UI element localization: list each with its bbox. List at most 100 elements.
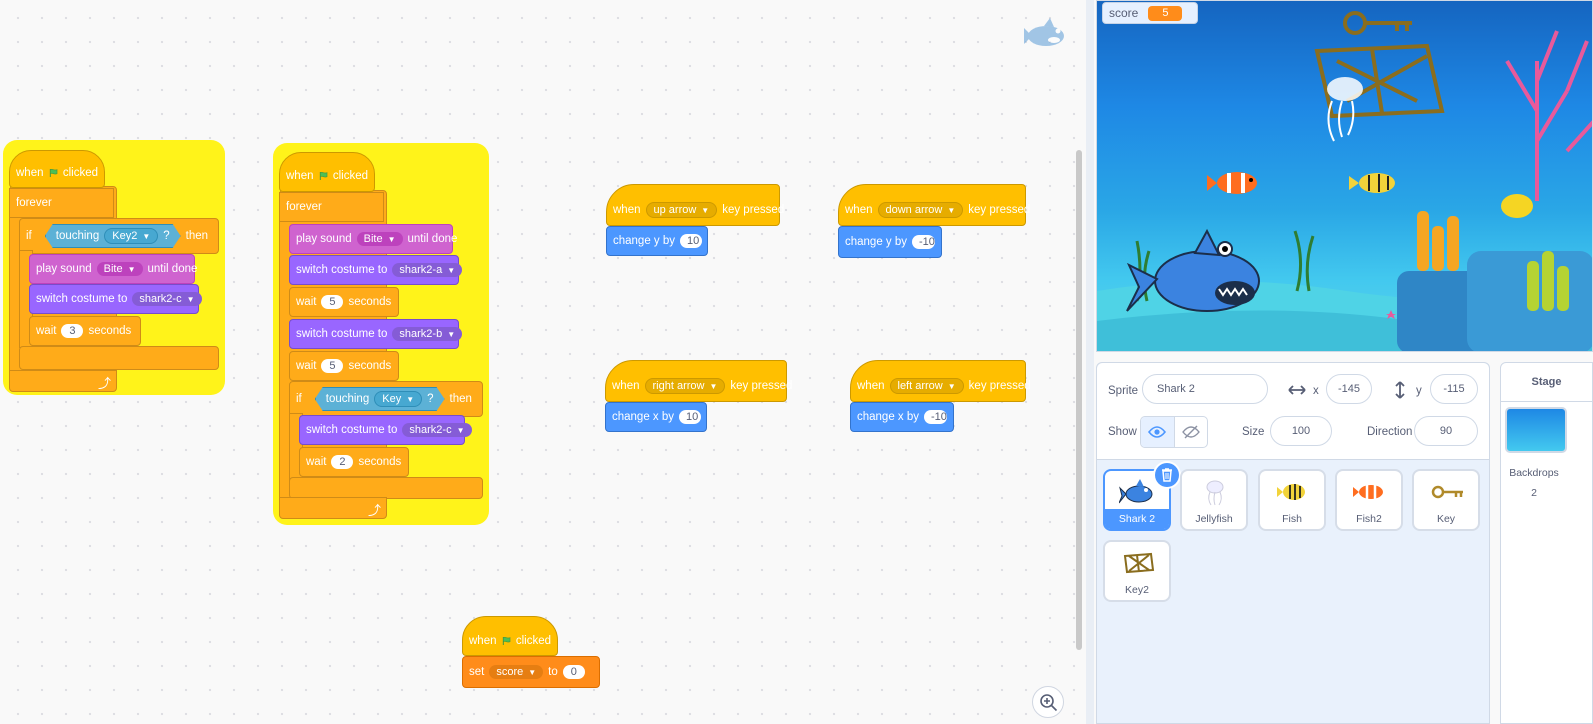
direction-input[interactable]: 90 bbox=[1414, 416, 1478, 446]
if-end bbox=[289, 477, 483, 499]
change-value-input[interactable]: 10 bbox=[680, 234, 703, 248]
when-flag-clicked-hat[interactable]: when clicked bbox=[462, 616, 558, 656]
stage-selector-panel[interactable]: Stage Backdrops 2 bbox=[1500, 362, 1593, 724]
wait-block[interactable]: wait 2 seconds bbox=[299, 447, 409, 477]
wait-block[interactable]: wait 3 seconds bbox=[29, 316, 141, 346]
sprite-tile-key2[interactable]: Key2 bbox=[1103, 540, 1171, 602]
sprite-tile-label: Jellyfish bbox=[1195, 513, 1233, 525]
sprite-tile-label: Key2 bbox=[1125, 584, 1149, 596]
key-thumbnail-icon bbox=[1431, 485, 1463, 499]
costume-dropdown[interactable]: shark2-a ▼ bbox=[392, 263, 463, 277]
sound-dropdown[interactable]: Bite ▼ bbox=[356, 232, 403, 246]
x-position-input[interactable]: -145 bbox=[1326, 374, 1372, 404]
if-block[interactable]: if touching Key ▼? then bbox=[289, 381, 483, 417]
if-block[interactable]: if touching Key2 ▼? then bbox=[19, 218, 219, 254]
touching-label: touching bbox=[325, 393, 370, 405]
show-hidden-button[interactable] bbox=[1175, 417, 1208, 447]
when-key-pressed-hat[interactable]: when right arrow ▼ key pressed bbox=[605, 360, 792, 402]
switch-costume-label: switch costume to bbox=[306, 424, 398, 436]
wait-input[interactable]: 5 bbox=[321, 295, 344, 309]
code-workspace[interactable]: forever if touching Key2 ▼? then play soun… bbox=[0, 0, 1086, 724]
backdrop-thumbnail[interactable] bbox=[1505, 407, 1567, 453]
sprite-name-input[interactable]: Shark 2 bbox=[1142, 374, 1268, 404]
workspace-scrollbar[interactable] bbox=[1076, 150, 1082, 650]
switch-costume-block[interactable]: switch costume to shark2-c ▼ bbox=[29, 284, 202, 314]
show-visible-button[interactable] bbox=[1141, 417, 1175, 447]
play-sound-block[interactable]: play sound Bite ▼ until done bbox=[289, 224, 457, 254]
y-position-input[interactable]: -115 bbox=[1430, 374, 1478, 404]
when-label: when bbox=[16, 167, 44, 179]
zoom-in-button[interactable] bbox=[1032, 686, 1064, 718]
touching-condition[interactable]: touching Key ▼? bbox=[315, 387, 445, 411]
eye-slash-icon bbox=[1181, 425, 1200, 439]
costume-dropdown[interactable]: shark2-b ▼ bbox=[392, 327, 463, 341]
when-key-pressed-hat[interactable]: when left arrow ▼ key pressed bbox=[850, 360, 1031, 402]
forever-end: ⤴ bbox=[9, 370, 117, 392]
play-sound-block[interactable]: play sound Bite ▼ until done bbox=[29, 254, 197, 284]
key-dropdown[interactable]: down arrow ▼ bbox=[877, 202, 964, 218]
change-value-input[interactable]: 10 bbox=[679, 410, 702, 424]
sound-dropdown[interactable]: Bite ▼ bbox=[96, 262, 143, 276]
when-flag-clicked-hat[interactable]: when clicked bbox=[9, 150, 105, 188]
key-dropdown[interactable]: up arrow ▼ bbox=[645, 202, 718, 218]
key-pressed-label: key pressed bbox=[730, 380, 793, 392]
stage-canvas[interactable] bbox=[1096, 0, 1593, 352]
forever-label: forever bbox=[286, 201, 322, 213]
wait-label: wait bbox=[296, 296, 317, 308]
size-input[interactable]: 100 bbox=[1270, 416, 1332, 446]
change-y-block[interactable]: change y by -10 bbox=[838, 226, 942, 258]
change-x-block[interactable]: change x by -10 bbox=[850, 402, 954, 432]
backdrops-count: 2 bbox=[1531, 487, 1537, 499]
show-toggle[interactable] bbox=[1140, 416, 1208, 448]
switch-costume-label: switch costume to bbox=[296, 328, 388, 340]
change-y-block[interactable]: change y by 10 bbox=[606, 226, 708, 256]
set-variable-block[interactable]: set score ▼ to 0 bbox=[462, 656, 600, 688]
loop-arrow-icon: ⤴ bbox=[98, 376, 112, 391]
wait-input[interactable]: 5 bbox=[321, 359, 344, 373]
score-monitor[interactable]: score 5 bbox=[1102, 2, 1198, 24]
touching-target-dropdown[interactable]: Key ▼ bbox=[374, 391, 422, 407]
change-value-input[interactable]: -10 bbox=[912, 235, 935, 249]
wait-block[interactable]: wait 5 seconds bbox=[289, 287, 399, 317]
until-done-label: until done bbox=[407, 233, 458, 245]
when-label: when bbox=[612, 380, 640, 392]
costume-dropdown[interactable]: shark2-c ▼ bbox=[132, 292, 202, 306]
wait-block[interactable]: wait 5 seconds bbox=[289, 351, 399, 381]
y-value: -115 bbox=[1443, 383, 1465, 395]
key-dropdown[interactable]: right arrow ▼ bbox=[644, 378, 726, 394]
sprite-tile-key[interactable]: Key bbox=[1412, 469, 1480, 531]
sprite-tile-fish[interactable]: Fish bbox=[1258, 469, 1326, 531]
change-label: change y by bbox=[613, 235, 676, 247]
variable-dropdown[interactable]: score ▼ bbox=[489, 665, 544, 679]
pane-divider bbox=[1086, 0, 1094, 724]
when-key-pressed-hat[interactable]: when up arrow ▼ key pressed bbox=[606, 184, 784, 226]
sprite-tile-jellyfish[interactable]: Jellyfish bbox=[1180, 469, 1248, 531]
change-value-input[interactable]: -10 bbox=[924, 410, 947, 424]
touching-label: touching bbox=[55, 230, 100, 242]
touching-target-dropdown[interactable]: Key2 ▼ bbox=[104, 228, 158, 244]
if-label: if bbox=[296, 393, 302, 405]
trash-icon bbox=[1162, 468, 1172, 482]
zoom-in-icon bbox=[1040, 694, 1058, 712]
switch-costume-block[interactable]: switch costume to shark2-b ▼ bbox=[289, 319, 463, 349]
key-dropdown[interactable]: left arrow ▼ bbox=[889, 378, 964, 394]
seconds-label: seconds bbox=[88, 325, 132, 337]
switch-costume-block[interactable]: switch costume to shark2-c ▼ bbox=[299, 415, 472, 445]
loop-arrow-icon: ⤴ bbox=[368, 503, 382, 518]
when-key-pressed-hat[interactable]: when down arrow ▼ key pressed bbox=[838, 184, 1030, 226]
touching-condition[interactable]: touching Key2 ▼? bbox=[45, 224, 181, 248]
sprite-tile-fish2[interactable]: Fish2 bbox=[1335, 469, 1403, 531]
wait-input[interactable]: 2 bbox=[331, 455, 354, 469]
green-flag-icon bbox=[319, 171, 327, 181]
when-label: when bbox=[613, 204, 641, 216]
wait-input[interactable]: 3 bbox=[61, 324, 84, 338]
set-label: set bbox=[469, 666, 485, 678]
backdrops-label: Backdrops bbox=[1509, 467, 1559, 479]
angelfish-thumbnail-icon bbox=[1277, 484, 1305, 500]
change-x-block[interactable]: change x by 10 bbox=[605, 402, 707, 432]
delete-sprite-button[interactable] bbox=[1155, 463, 1179, 487]
switch-costume-block[interactable]: switch costume to shark2-a ▼ bbox=[289, 255, 463, 285]
costume-dropdown[interactable]: shark2-c ▼ bbox=[402, 423, 472, 437]
set-value-input[interactable]: 0 bbox=[562, 665, 585, 679]
when-flag-clicked-hat[interactable]: when clicked bbox=[279, 152, 375, 192]
